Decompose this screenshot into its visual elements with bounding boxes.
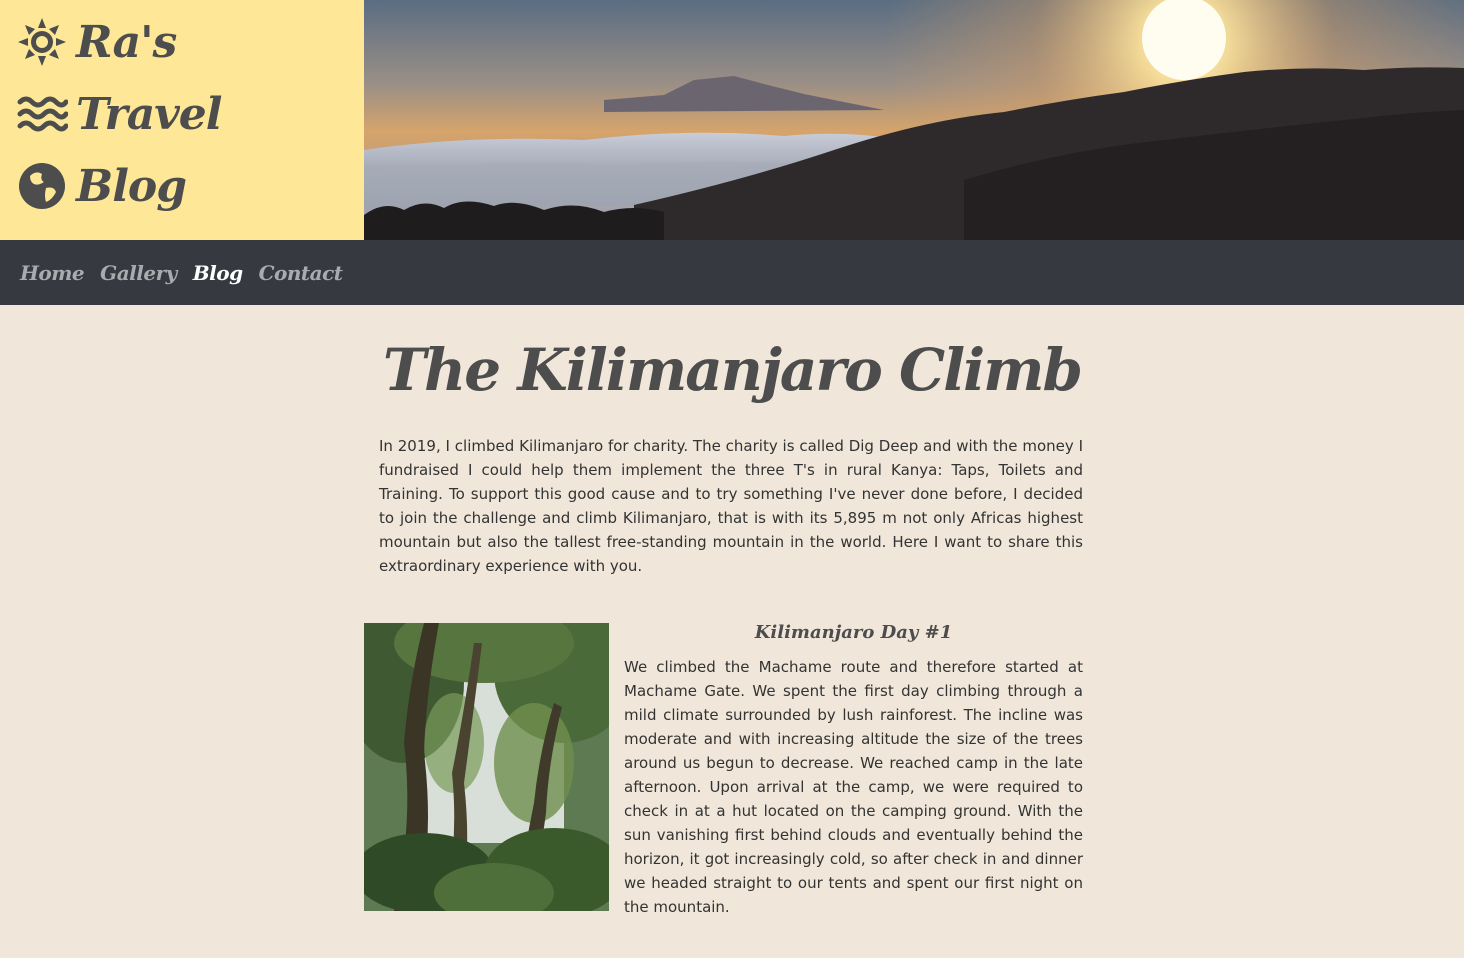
logo-text-ras: Ra's — [76, 16, 177, 68]
nav-home-link[interactable]: Home — [20, 261, 85, 285]
site-logo[interactable]: Ra's Travel Blog — [0, 0, 364, 240]
waves-icon — [17, 96, 68, 132]
rainforest-photo — [364, 623, 609, 911]
sun-icon — [18, 18, 66, 66]
globe-icon — [19, 163, 65, 209]
day-1-text: We climbed the Machame route and therefo… — [624, 658, 1083, 916]
logo-line-3: Blog — [16, 158, 187, 214]
main-nav: Home Gallery Blog Contact — [0, 240, 1464, 305]
logo-text-blog: Blog — [76, 160, 187, 212]
logo-text-travel: Travel — [76, 88, 223, 140]
nav-gallery-link[interactable]: Gallery — [100, 261, 177, 285]
hero-banner-image — [364, 0, 1464, 240]
logo-line-2: Travel — [16, 86, 223, 142]
nav-contact-link[interactable]: Contact — [259, 261, 343, 285]
logo-line-1: Ra's — [16, 14, 177, 70]
day-1-title: Kilimanjaro Day #1 — [754, 622, 953, 643]
nav-blog-link[interactable]: Blog — [193, 261, 243, 285]
page-title: The Kilimanjaro Climb — [382, 336, 1083, 404]
intro-paragraph: In 2019, I climbed Kilimanjaro for chari… — [379, 437, 1083, 575]
